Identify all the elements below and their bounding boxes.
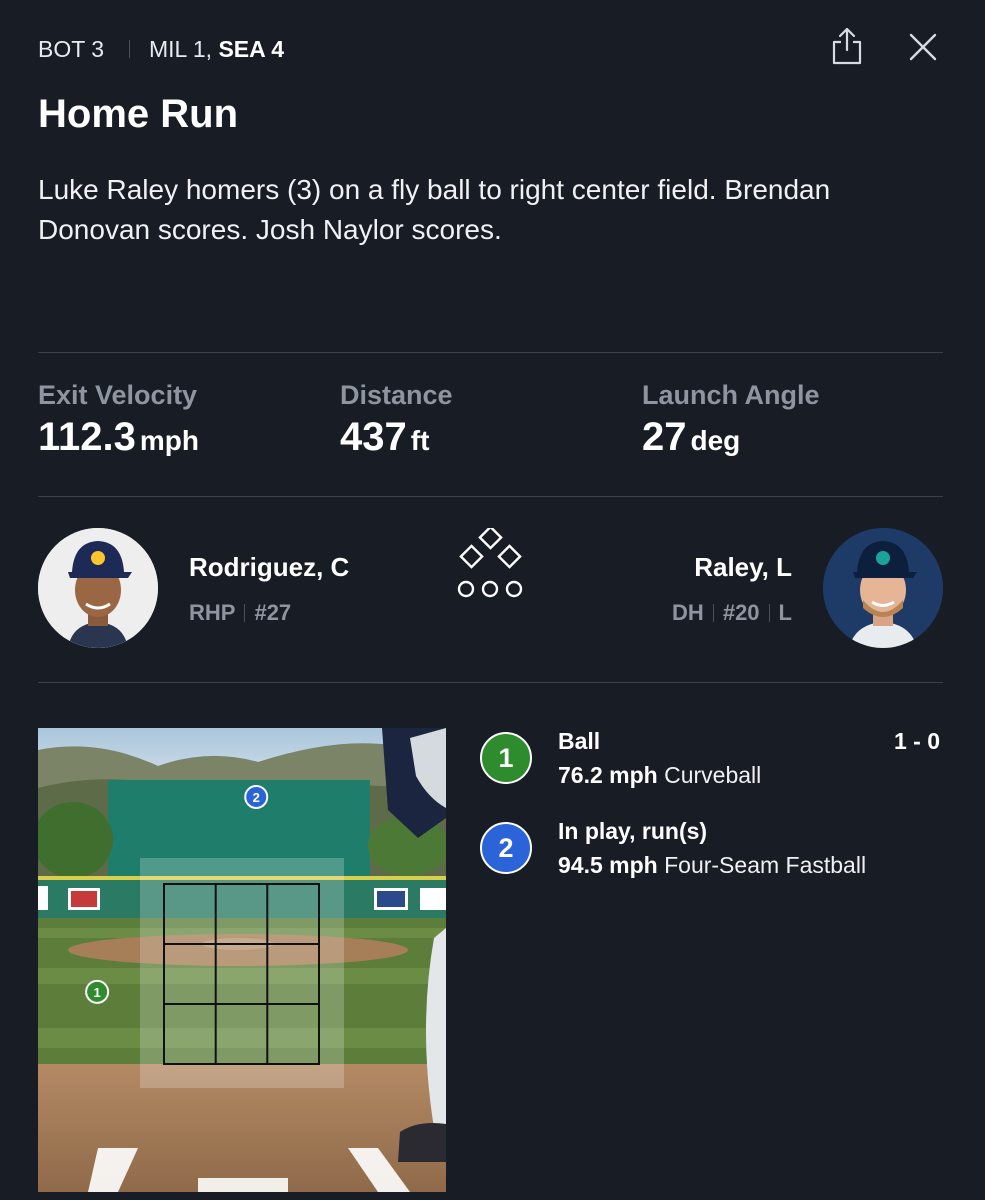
stat-label: Distance (340, 380, 453, 410)
play-title: Home Run (38, 92, 238, 136)
close-button[interactable] (908, 32, 938, 62)
stat-value: 112.3 (38, 415, 136, 459)
close-icon (909, 33, 937, 61)
stat-value: 27 (642, 415, 687, 459)
bases-and-outs-icon (452, 525, 528, 600)
stat-unit: ft (410, 425, 430, 456)
pitch-type: Four-Seam Fastball (664, 852, 867, 878)
strike-zone-graphic: 12 (38, 728, 446, 1192)
batter-bats: L (778, 600, 792, 625)
stat-unit: mph (139, 425, 199, 456)
pitch-number-badge: 1 (480, 732, 532, 784)
pitch-detail: 76.2 mph Curveball (558, 762, 761, 789)
pitch-speed: 94.5 mph (558, 852, 658, 878)
divider (38, 496, 943, 497)
pitcher-number: #27 (254, 600, 292, 625)
share-button[interactable] (830, 26, 864, 66)
stat-label: Exit Velocity (38, 380, 198, 410)
pitch-marker-label: 2 (253, 790, 260, 805)
batter-meta: DH #20 L (672, 600, 792, 626)
divider (38, 682, 943, 683)
pitcher-avatar[interactable] (38, 528, 158, 648)
pitcher-meta: RHP #27 (189, 600, 291, 626)
away-score: MIL 1, (149, 36, 213, 62)
inning-label: BOT 3 (38, 36, 105, 62)
play-description: Luke Raley homers (3) on a fly ball to r… (38, 174, 831, 245)
pitch-number-badge: 2 (480, 822, 532, 874)
stat-label: Launch Angle (642, 380, 820, 410)
header-divider (129, 40, 130, 58)
pitcher-name[interactable]: Rodriguez, C (189, 552, 349, 583)
pitch-result: Ball (558, 728, 601, 754)
stat-distance: Distance 437 ft (340, 380, 453, 460)
divider (38, 352, 943, 353)
batter-avatar[interactable] (823, 528, 943, 648)
pitch-count: 1 - 0 (893, 728, 940, 754)
stat-value: 437 (340, 415, 407, 459)
batter-number: #20 (722, 600, 760, 625)
share-icon (832, 27, 862, 65)
stat-unit: deg (690, 425, 741, 456)
home-score: SEA 4 (218, 36, 285, 62)
stat-launch-angle: Launch Angle 27 deg (642, 380, 820, 460)
pitch-speed: 76.2 mph (558, 762, 658, 788)
pitch-type: Curveball (664, 762, 762, 788)
strike-zone-view: 12 (38, 728, 446, 1192)
batter-position: DH (672, 600, 704, 625)
pitch-detail: 94.5 mph Four-Seam Fastball (558, 852, 866, 879)
pitch-result: In play, run(s) (558, 818, 708, 844)
score-line: MIL 1, SEA 4 (149, 36, 284, 63)
game-header: BOT 3 MIL 1, SEA 4 (38, 27, 947, 68)
pitcher-throws: RHP (189, 600, 236, 625)
pitch-marker-label: 1 (94, 985, 101, 1000)
stat-exit-velocity: Exit Velocity 112.3 mph (38, 380, 199, 460)
batter-name[interactable]: Raley, L (694, 552, 792, 583)
